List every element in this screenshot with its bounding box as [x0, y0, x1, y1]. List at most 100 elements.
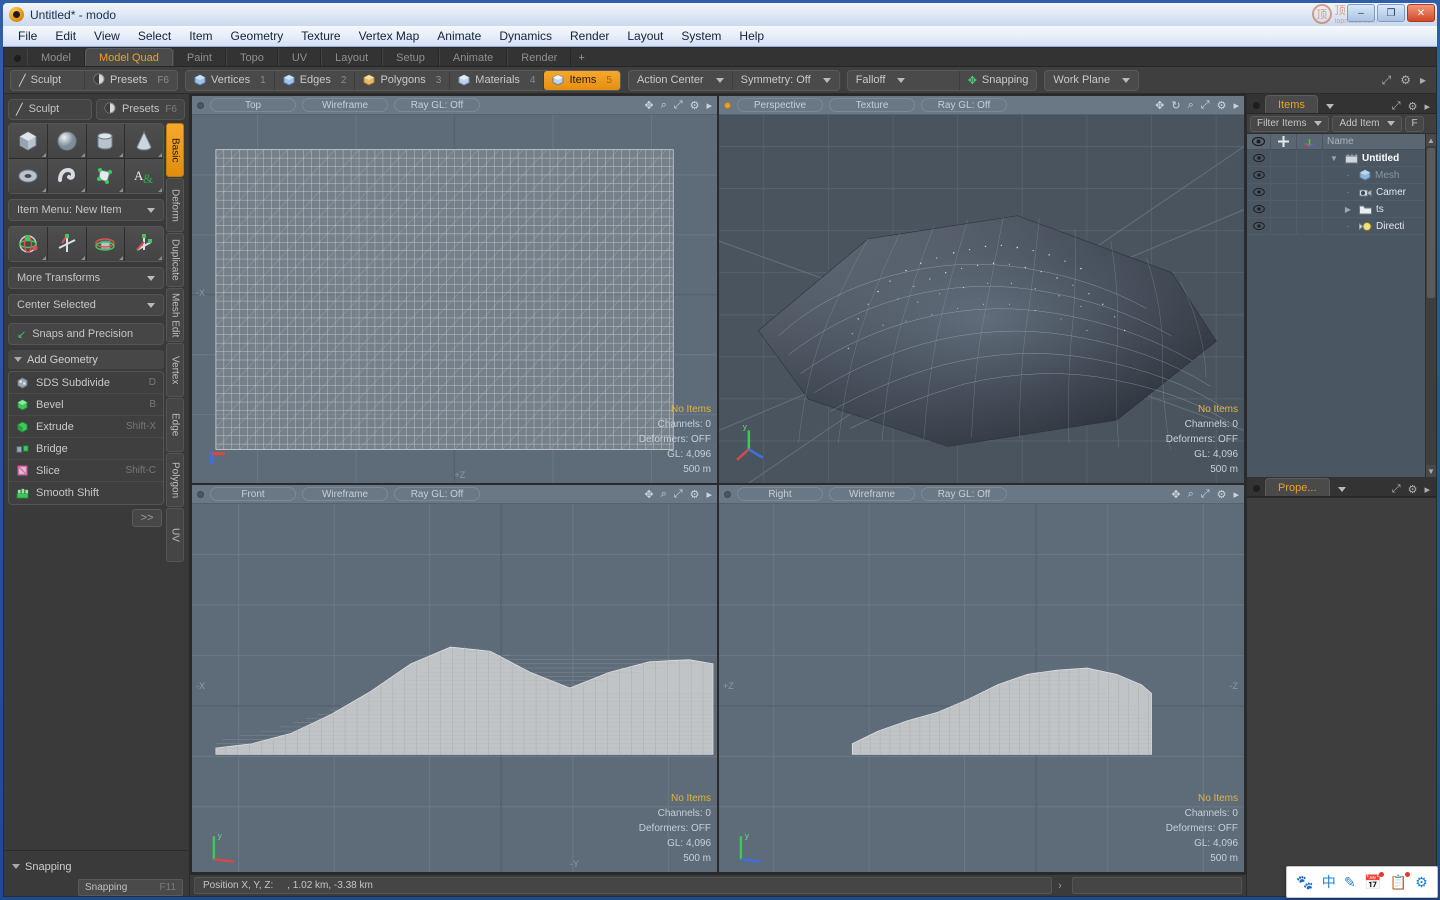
snapping-field[interactable]: Snapping F11 — [78, 879, 183, 896]
symmetry-dropdown[interactable]: Symmetry: Off — [733, 71, 839, 90]
chinese-mode-icon[interactable]: 中 — [1322, 872, 1336, 892]
ime-toolbar[interactable]: 🐾 中 ✎ 📅 📋 ⚙ — [1286, 866, 1438, 898]
more-transforms-dropdown[interactable]: More Transforms — [8, 267, 164, 289]
row-cell-axis[interactable] — [1297, 184, 1323, 200]
layout-tab-topo[interactable]: Topo — [225, 49, 278, 66]
menu-item-geometry[interactable]: Geometry — [222, 27, 293, 45]
chevron-right-icon[interactable]: ▸ — [1233, 488, 1239, 501]
viewport-perspective-canvas[interactable]: y No Items Channels: 0 Deformers: OFF GL… — [719, 115, 1244, 483]
gear-icon[interactable]: ⚙ — [690, 488, 700, 501]
row-cell-lock[interactable] — [1271, 218, 1297, 234]
table-row[interactable]: ▶ ts — [1247, 201, 1436, 218]
chevron-right-icon[interactable]: ▸ — [706, 99, 712, 112]
add-geometry-header[interactable]: Add Geometry — [8, 350, 164, 369]
presets-button[interactable]: Presets F6 — [85, 71, 177, 90]
zoom-icon[interactable]: ⌕ — [1188, 488, 1194, 501]
layout-tab-paint[interactable]: Paint — [172, 49, 226, 66]
pane-dot-icon[interactable] — [1253, 485, 1260, 492]
fit-icon[interactable]: ⤢ — [1392, 100, 1401, 113]
tool-sds-subdivide[interactable]: SDS Subdivide D — [9, 372, 163, 394]
f-button[interactable]: F — [1405, 115, 1424, 132]
menu-item-select[interactable]: Select — [129, 27, 180, 45]
expander-icon[interactable]: · — [1341, 171, 1355, 180]
mode-vertices-button[interactable]: Vertices 1 — [186, 70, 275, 90]
eye-icon[interactable] — [1247, 201, 1271, 217]
layout-tab-layout[interactable]: Layout — [321, 49, 383, 66]
chevron-down-icon[interactable] — [1337, 487, 1346, 492]
action-center-dropdown[interactable]: Action Center — [629, 70, 733, 90]
viewport-right-canvas[interactable]: y +Z -Z No Items Channels: 0 Deformers: … — [719, 504, 1244, 872]
left-presets-button[interactable]: Presets F6 — [96, 98, 185, 120]
viewport-persp-view-dropdown[interactable]: Perspective — [737, 98, 823, 112]
eye-icon[interactable] — [1247, 150, 1271, 166]
transform-scale-button[interactable] — [86, 227, 125, 261]
status-expand-arrow[interactable]: › — [1052, 880, 1068, 892]
viewport-top-raygl-dropdown[interactable]: Ray GL: Off — [394, 98, 480, 112]
layout-tab-add[interactable]: + — [571, 49, 591, 66]
cone-primitive-button[interactable] — [125, 124, 163, 158]
viewport-perspective[interactable]: Perspective Texture Ray GL: Off ✥ ↻ ⌕ ⤢ … — [719, 96, 1244, 483]
expander-icon[interactable]: · — [1341, 222, 1355, 231]
row-cell-lock[interactable] — [1271, 201, 1297, 217]
settings-icon[interactable]: ⚙ — [1415, 874, 1428, 891]
pen-icon[interactable]: ✎ — [1344, 874, 1356, 891]
item-row-directional-light[interactable]: · Directi — [1323, 221, 1436, 232]
vtab-polygon[interactable]: Polygon — [166, 453, 184, 507]
notes-icon[interactable]: 📋 — [1390, 871, 1411, 891]
scroll-down-arrow-icon[interactable]: ▼ — [1426, 465, 1436, 477]
row-cell-lock[interactable] — [1271, 150, 1297, 166]
text-primitive-button[interactable]: A & — [125, 159, 163, 193]
item-menu-dropdown[interactable]: Item Menu: New Item — [8, 199, 164, 221]
snapping-toggle[interactable]: ✥ Snapping — [960, 71, 1037, 90]
menu-item-help[interactable]: Help — [730, 27, 773, 45]
viewport-persp-shading-dropdown[interactable]: Texture — [829, 98, 915, 112]
layout-tab-uv[interactable]: UV — [277, 49, 322, 66]
axis-icon[interactable] — [1297, 134, 1323, 149]
fit-icon[interactable]: ⤢ — [1392, 483, 1401, 496]
eye-icon[interactable] — [1247, 218, 1271, 234]
viewport-front-canvas[interactable]: y -X -Y No Items Channels: 0 Deformers: … — [192, 504, 717, 872]
rotate-icon[interactable]: ↻ — [1171, 99, 1180, 112]
layout-tab-render[interactable]: Render — [507, 49, 572, 66]
chevron-right-icon[interactable]: ▸ — [706, 488, 712, 501]
layout-tab-model-quad[interactable]: Model Quad — [84, 48, 173, 66]
viewport-front-shading-dropdown[interactable]: Wireframe — [302, 487, 388, 501]
menu-item-system[interactable]: System — [672, 27, 730, 45]
vtab-edge[interactable]: Edge — [166, 398, 184, 452]
layout-tab-dot-icon[interactable] — [14, 55, 21, 62]
layout-tab-model[interactable]: Model — [27, 49, 85, 66]
zoom-icon[interactable]: ⌕ — [661, 99, 667, 112]
eye-icon[interactable] — [1247, 134, 1271, 149]
expand-icon[interactable]: ⤢ — [1382, 73, 1392, 88]
add-item-dropdown[interactable]: Add Item — [1332, 115, 1403, 132]
gear-icon[interactable]: ⚙ — [1408, 100, 1418, 113]
gear-icon[interactable]: ⚙ — [1400, 73, 1411, 87]
item-row-untitled[interactable]: ▼ Untitled — [1323, 153, 1436, 164]
cube-primitive-button[interactable] — [9, 124, 47, 158]
tool-bridge[interactable]: Bridge — [9, 438, 163, 460]
tab-properties[interactable]: Prope... — [1265, 478, 1330, 496]
viewport-right-raygl-dropdown[interactable]: Ray GL: Off — [921, 487, 1007, 501]
row-cell-axis[interactable] — [1297, 167, 1323, 183]
falloff-dropdown[interactable]: Falloff — [848, 70, 960, 90]
filter-items-dropdown[interactable]: Filter Items — [1250, 115, 1330, 132]
gear-icon[interactable]: ⚙ — [1217, 488, 1227, 501]
item-row-mesh[interactable]: · Mesh — [1323, 169, 1436, 181]
mode-edges-button[interactable]: Edges 2 — [275, 70, 356, 90]
menu-item-render[interactable]: Render — [561, 27, 618, 45]
items-tree[interactable]: Name ▼ Untitled · Mesh · Camer ▶ ts · Di… — [1247, 134, 1436, 477]
vtab-vertex[interactable]: Vertex — [166, 343, 184, 397]
snapping-section-header[interactable]: Snapping — [12, 857, 183, 876]
item-row-camera[interactable]: · Camer — [1323, 187, 1436, 198]
sphere-primitive-button[interactable] — [47, 124, 86, 158]
menu-item-animate[interactable]: Animate — [428, 27, 490, 45]
viewport-active-dot-icon[interactable] — [197, 101, 204, 109]
menu-item-edit[interactable]: Edit — [46, 27, 85, 45]
table-row[interactable]: · Camer — [1247, 184, 1436, 201]
vtab-basic[interactable]: Basic — [166, 123, 184, 177]
tool-extrude[interactable]: Extrude Shift-X — [9, 416, 163, 438]
viewport-front-raygl-dropdown[interactable]: Ray GL: Off — [394, 487, 480, 501]
row-cell-axis[interactable] — [1297, 201, 1323, 217]
chevron-right-icon[interactable]: ▸ — [1424, 483, 1430, 496]
center-selected-dropdown[interactable]: Center Selected — [8, 294, 164, 316]
